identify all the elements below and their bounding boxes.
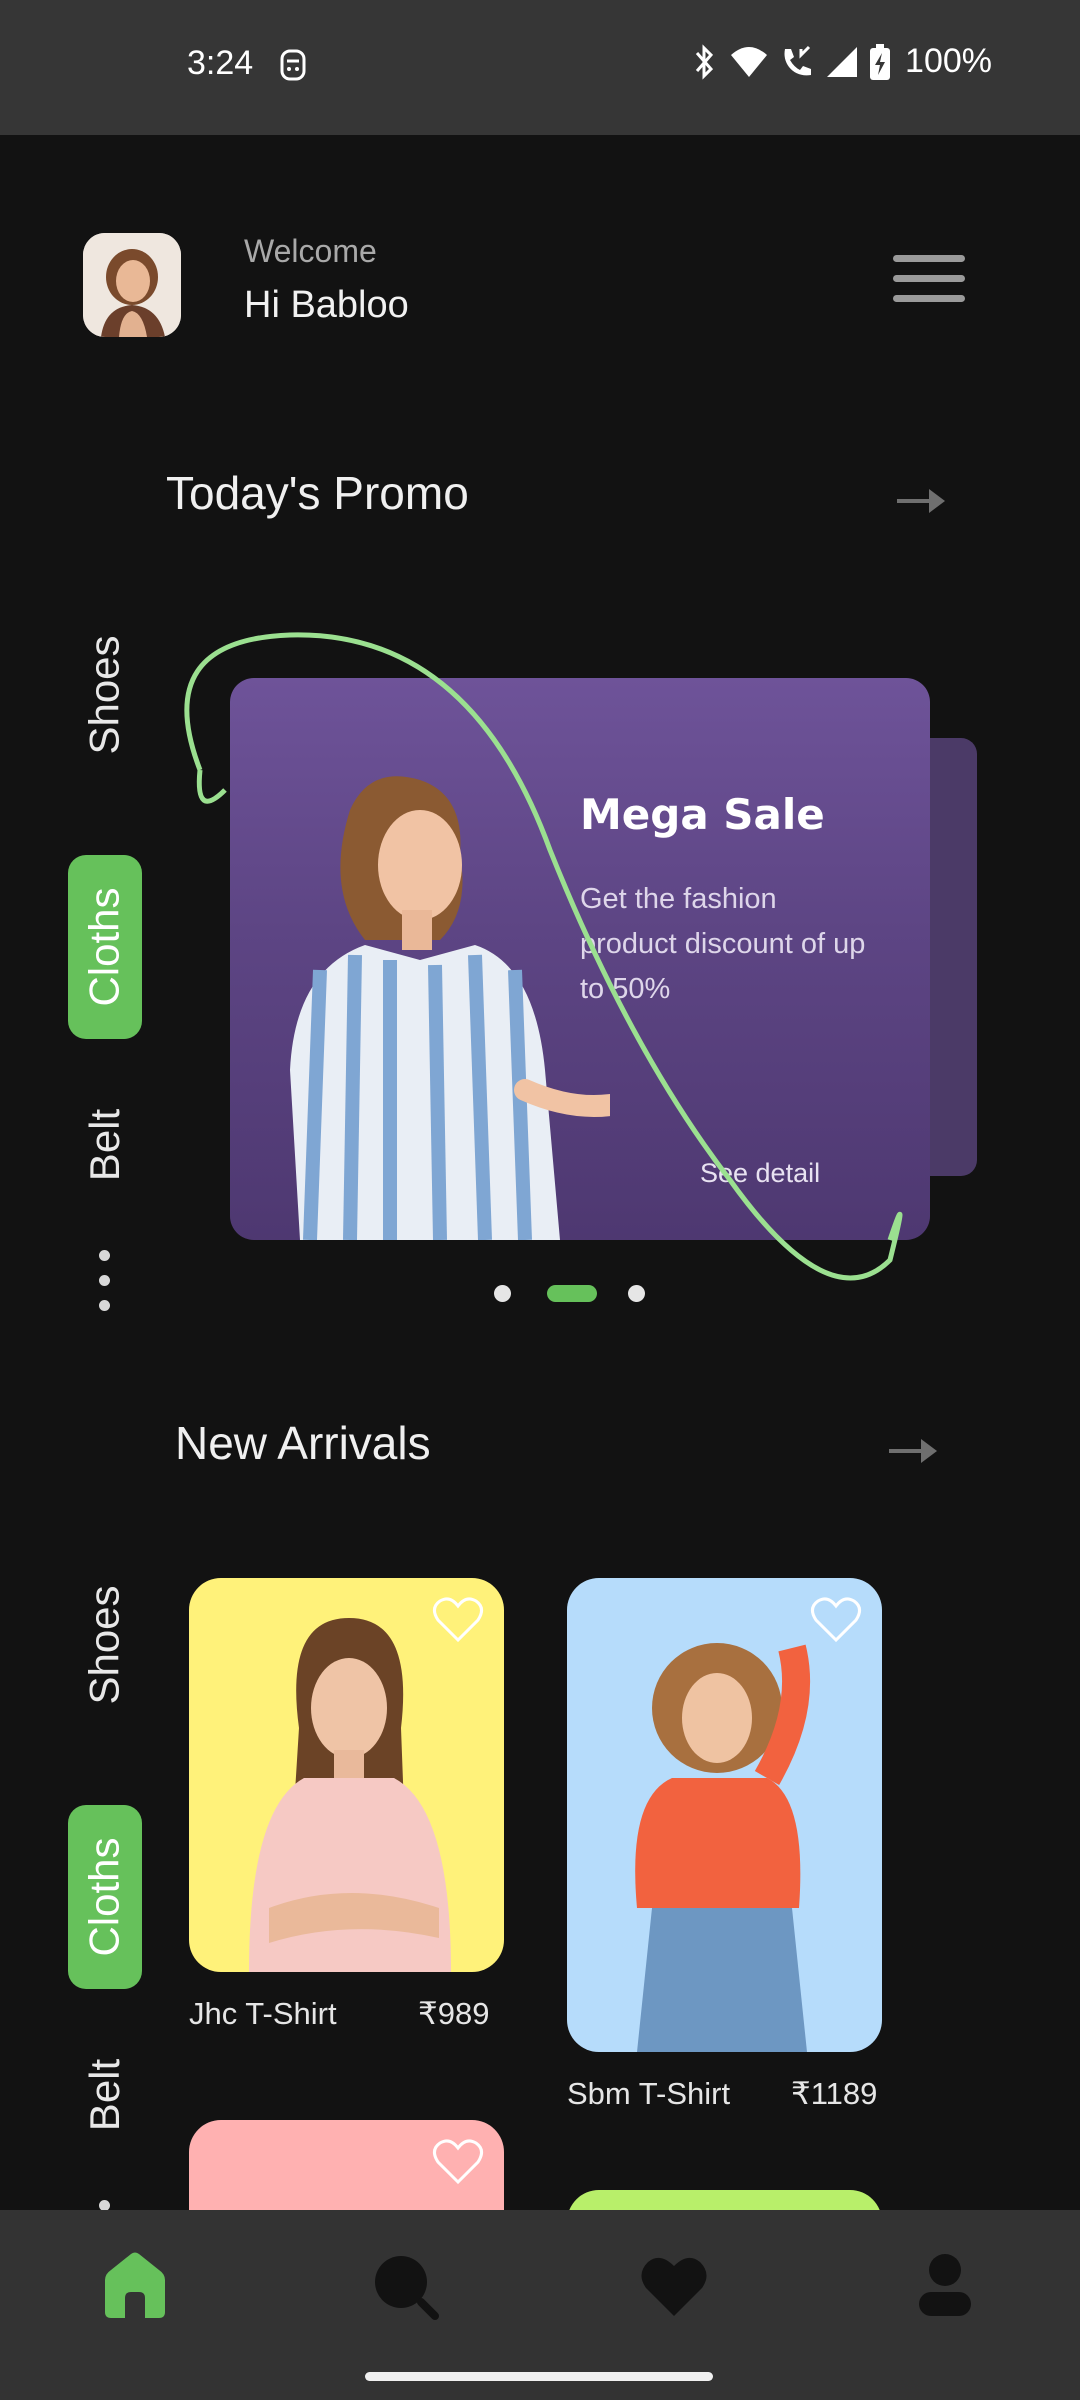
home-indicator[interactable] (365, 2372, 713, 2381)
promo-title: Mega Sale (580, 790, 825, 839)
promo-page-dot[interactable] (494, 1285, 511, 1302)
product-card[interactable] (189, 1578, 504, 1972)
profile-icon[interactable] (909, 2250, 981, 2322)
favorite-heart-icon[interactable] (432, 2138, 484, 2186)
favorite-heart-icon[interactable] (432, 1596, 484, 1644)
battery-icon (870, 43, 891, 80)
product-image (635, 1643, 811, 2052)
home-icon[interactable] (99, 2250, 171, 2322)
product-name: Jhc T-Shirt (189, 1996, 337, 2031)
status-icons: 100% (689, 42, 992, 81)
promo-page-dot-active[interactable] (547, 1285, 597, 1302)
product-name: Sbm T-Shirt (567, 2076, 731, 2111)
new-arrivals-see-all-arrow-icon[interactable] (887, 1436, 943, 1466)
promo-description: Get the fashion product discount of up t… (580, 883, 866, 1005)
menu-icon[interactable] (893, 255, 965, 315)
battery-percent: 100% (905, 42, 992, 80)
promo-tab-belt[interactable]: Belt (68, 1095, 142, 1195)
arrivals-tab-belt[interactable]: Belt (68, 2045, 142, 2145)
new-arrivals-title: New Arrivals (175, 1417, 431, 1469)
avatar[interactable] (83, 233, 181, 337)
promo-more-categories-icon[interactable] (99, 1250, 111, 1325)
arrivals-tab-shoes[interactable]: Shoes (68, 1570, 142, 1720)
promo-section-title: Today's Promo (166, 467, 469, 519)
status-time: 3:24 (187, 44, 254, 82)
product-price: ₹1189 (791, 2076, 878, 2111)
promo-tab-cloths[interactable]: Cloths (68, 855, 142, 1039)
greeting-text: Hi Babloo (244, 284, 409, 326)
call-icon (784, 45, 812, 75)
face-icon (280, 49, 306, 81)
welcome-label: Welcome (244, 233, 377, 269)
promo-model-image (290, 776, 610, 1240)
product-price: ₹989 (418, 1996, 490, 2031)
promo-tab-shoes[interactable]: Shoes (68, 620, 142, 770)
bluetooth-icon (695, 43, 714, 80)
favorite-heart-icon[interactable] (810, 1596, 862, 1644)
heart-icon[interactable] (638, 2250, 710, 2322)
status-bar: 3:24 100% (0, 0, 1080, 135)
search-icon[interactable] (369, 2250, 441, 2322)
wifi-icon (731, 46, 768, 77)
product-card[interactable] (567, 1578, 882, 2052)
avatar-image (83, 233, 181, 337)
promo-see-all-arrow-icon[interactable] (895, 486, 951, 516)
signal-icon (827, 46, 858, 77)
promo-see-detail-link[interactable]: See detail (700, 1158, 820, 1189)
arrivals-tab-cloths[interactable]: Cloths (68, 1805, 142, 1989)
promo-page-dot[interactable] (628, 1285, 645, 1302)
